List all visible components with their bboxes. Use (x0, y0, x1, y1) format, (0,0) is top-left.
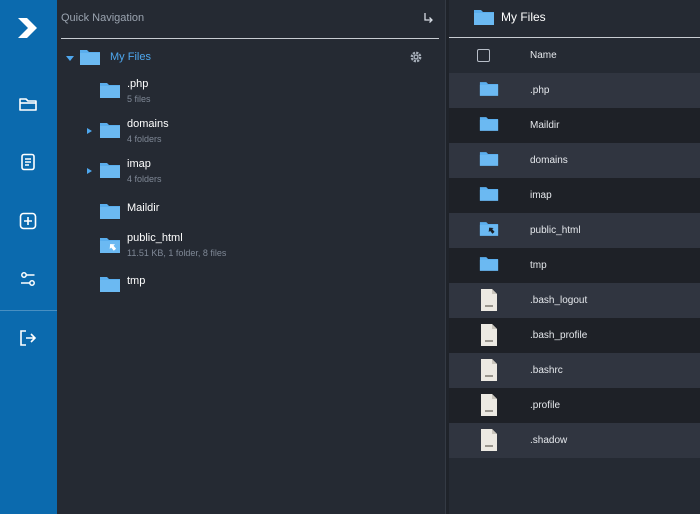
caret-right-icon[interactable] (85, 167, 93, 175)
file-row[interactable]: .bash_logout (449, 283, 700, 318)
sidebar-logout-button[interactable] (16, 326, 40, 350)
file-icon (481, 324, 497, 346)
tree-item-name: domains (127, 118, 169, 130)
file-list-header: My Files (449, 0, 700, 38)
folder-icon (479, 117, 499, 131)
folder-icon (479, 257, 499, 271)
tree-item-name: tmp (127, 275, 146, 287)
folder-icon (479, 82, 499, 96)
caret-right-icon[interactable] (85, 127, 93, 135)
file-icon (481, 359, 497, 381)
folder-icon (474, 10, 494, 25)
app-sidebar (0, 0, 57, 514)
file-row[interactable]: .php (449, 73, 700, 108)
collapse-arrow-icon[interactable] (421, 10, 437, 26)
sidebar-documents-button[interactable] (16, 150, 40, 174)
panel-divider (61, 38, 439, 39)
tree-item[interactable]: Maildir (77, 202, 417, 232)
file-row-name: .profile (530, 400, 561, 411)
file-row[interactable]: tmp (449, 248, 700, 283)
caret-down-icon[interactable] (65, 53, 75, 63)
file-row[interactable]: imap (449, 178, 700, 213)
tree-item-name: Maildir (127, 202, 160, 214)
tree-root-my-files[interactable]: My Files (65, 46, 435, 70)
sidebar-files-button[interactable] (16, 92, 40, 116)
tree-item[interactable]: domains 4 folders (77, 118, 417, 148)
quick-navigation-panel: Quick Navigation My Files .php 5 files d… (57, 0, 445, 514)
sidebar-separator (0, 310, 57, 311)
folder-icon (19, 98, 37, 111)
tree-item-name: .php (127, 78, 149, 90)
file-row-name: imap (530, 190, 552, 201)
file-row[interactable]: public_html (449, 213, 700, 248)
file-row-name: domains (530, 155, 568, 166)
file-row-name: tmp (530, 260, 547, 271)
tree-item-name: imap (127, 158, 151, 170)
file-row[interactable]: domains (449, 143, 700, 178)
file-row[interactable]: .bashrc (449, 353, 700, 388)
file-row-name: .php (530, 85, 550, 96)
tree-item-meta: 11.51 KB, 1 folder, 8 files (127, 248, 227, 258)
file-row[interactable]: .shadow (449, 423, 700, 458)
column-header-row: Name (449, 39, 700, 73)
tree-item-name: public_html (127, 232, 183, 244)
plus-icon (19, 212, 37, 230)
tree-item-meta: 4 folders (127, 134, 162, 144)
file-icon (481, 289, 497, 311)
file-row[interactable]: .profile (449, 388, 700, 423)
file-row-name: Maildir (530, 120, 560, 131)
column-header-name[interactable]: Name (530, 50, 557, 61)
logout-icon (20, 330, 37, 346)
tree-item-meta: 4 folders (127, 174, 162, 184)
file-icon (481, 429, 497, 451)
quick-navigation-title: Quick Navigation (61, 12, 145, 24)
sidebar-settings-button[interactable] (16, 267, 40, 291)
folder-link-icon (100, 238, 120, 253)
folder-icon (100, 204, 120, 219)
folder-icon (100, 277, 120, 292)
document-icon (21, 153, 35, 171)
file-list-title: My Files (501, 10, 546, 24)
file-row-name: .shadow (530, 435, 568, 446)
select-all-checkbox[interactable] (477, 49, 490, 62)
file-icon (481, 394, 497, 416)
file-row-name: .bashrc (530, 365, 563, 376)
folder-icon (100, 83, 120, 98)
tree-item[interactable]: public_html 11.51 KB, 1 folder, 8 files (77, 232, 417, 262)
folder-icon (479, 187, 499, 201)
sidebar-create-button[interactable] (16, 209, 40, 233)
file-row-name: public_html (530, 225, 581, 236)
file-row-name: .bash_profile (530, 330, 588, 341)
tree-root-label: My Files (110, 51, 151, 63)
file-row-name: .bash_logout (530, 295, 588, 306)
file-row[interactable]: .bash_profile (449, 318, 700, 353)
folder-icon (479, 152, 499, 166)
folder-icon (80, 50, 100, 65)
file-row[interactable]: Maildir (449, 108, 700, 143)
file-list-panel: My Files Name .php Maildir domains imap publ… (449, 0, 700, 514)
gear-icon[interactable] (409, 50, 423, 64)
folder-icon (100, 163, 120, 178)
tree-item[interactable]: tmp (77, 275, 417, 305)
tree-item-meta: 5 files (127, 94, 151, 104)
folder-link-icon (479, 222, 499, 236)
tree-item[interactable]: imap 4 folders (77, 158, 417, 188)
logo-icon[interactable] (13, 14, 41, 42)
tree-item[interactable]: .php 5 files (77, 78, 417, 108)
folder-icon (100, 123, 120, 138)
settings-flow-icon (21, 272, 35, 286)
